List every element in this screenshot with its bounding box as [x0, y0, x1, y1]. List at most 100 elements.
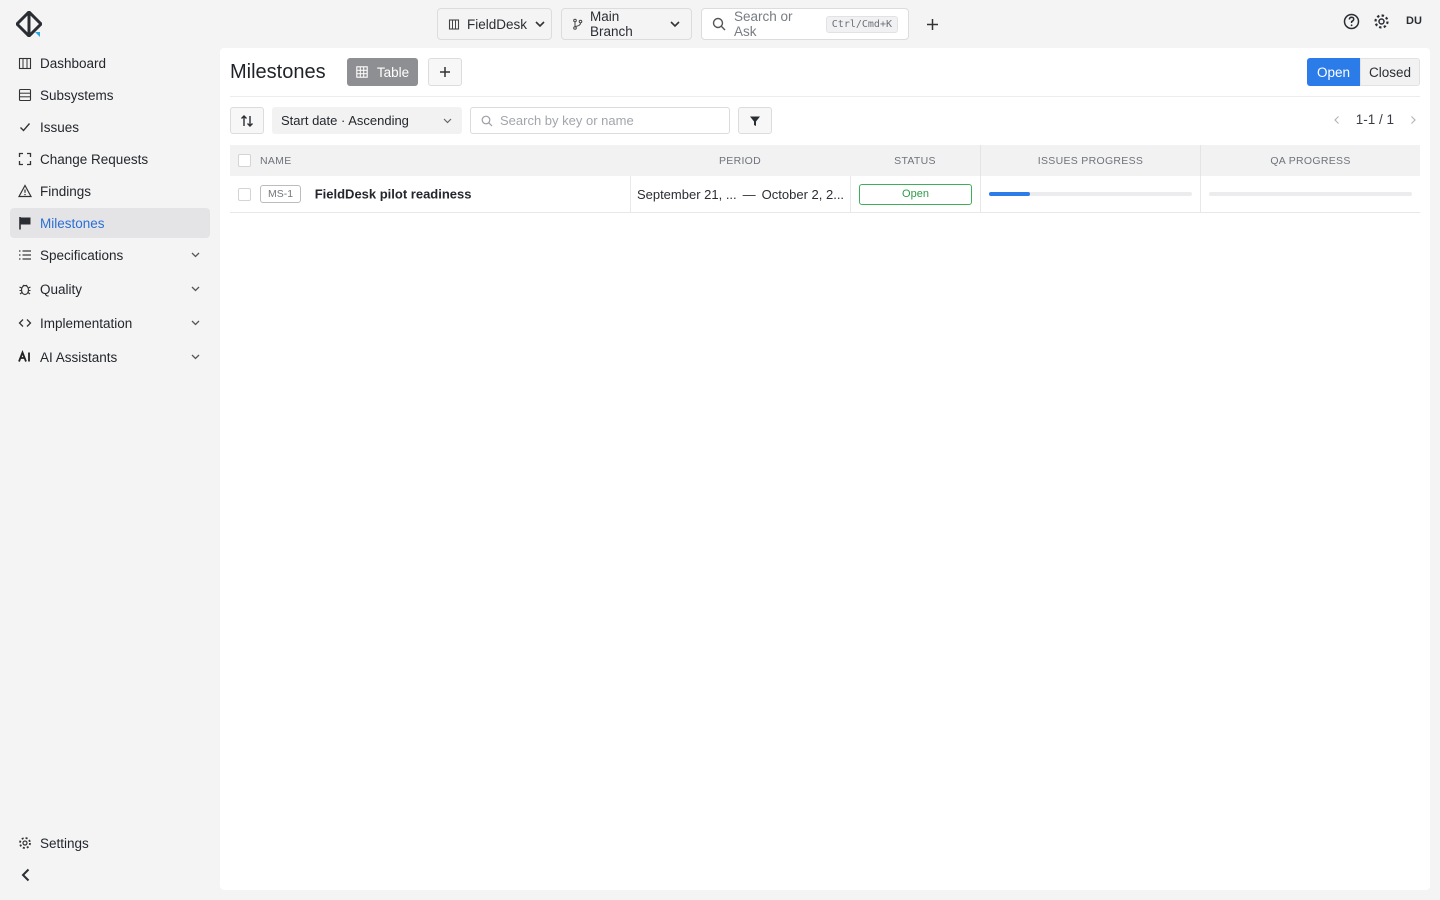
- column-header-issues-progress[interactable]: ISSUES PROGRESS: [980, 145, 1200, 176]
- sidebar-item-label: Subsystems: [40, 87, 114, 103]
- chevron-down-icon: [190, 249, 201, 260]
- checkbox-box: [237, 187, 251, 201]
- list-icon: [18, 248, 32, 262]
- search-icon: [481, 115, 493, 127]
- app-logo[interactable]: [16, 11, 42, 37]
- sidebar-item-issues[interactable]: Issues: [10, 112, 210, 142]
- table-view-button[interactable]: Table: [347, 58, 418, 86]
- sidebar-item-findings[interactable]: Findings: [10, 176, 210, 206]
- milestone-name[interactable]: FieldDesk pilot readiness: [315, 187, 472, 202]
- issues-progress-fill: [989, 192, 1030, 196]
- ai-icon: [18, 350, 32, 364]
- sidebar-item-label: Quality: [40, 281, 83, 297]
- grid-icon: [356, 66, 368, 78]
- period-separator: —: [742, 186, 756, 202]
- check-icon: [18, 120, 32, 134]
- sidebar-item-quality[interactable]: Quality: [10, 274, 210, 304]
- project-selector[interactable]: FieldDesk: [437, 8, 552, 40]
- column-header-status[interactable]: STATUS: [850, 145, 980, 176]
- header-divider: [230, 96, 1420, 97]
- issues-progress-bar: [989, 192, 1192, 196]
- chevron-down-icon: [190, 283, 201, 294]
- chevron-down-icon: [442, 115, 453, 126]
- flag-icon: [18, 216, 32, 230]
- global-search-placeholder: Search or Ask: [734, 9, 793, 39]
- sidebar-item-label: Milestones: [40, 215, 105, 231]
- sort-direction-button[interactable]: [230, 107, 264, 134]
- table-header: NAME PERIOD STATUS ISSUES PROGRESS QA PR…: [230, 145, 1420, 176]
- column-header-period[interactable]: PERIOD: [630, 155, 850, 167]
- sidebar-item-ai-assistants[interactable]: AI Assistants: [10, 342, 210, 372]
- sidebar-item-label: Change Requests: [40, 151, 149, 167]
- building-icon: [448, 18, 460, 30]
- column-header-name[interactable]: NAME: [258, 155, 630, 167]
- sidebar-item-settings[interactable]: Settings: [10, 828, 210, 858]
- building-icon: [18, 56, 32, 70]
- milestone-status-cell: Open: [850, 175, 980, 213]
- select-all-checkbox[interactable]: [230, 154, 258, 167]
- code-icon: [18, 316, 32, 330]
- user-avatar[interactable]: DU: [1402, 15, 1426, 27]
- sidebar-item-implementation[interactable]: Implementation: [10, 308, 210, 338]
- collapse-sidebar-icon[interactable]: [18, 867, 34, 883]
- issues-progress-cell: [980, 175, 1200, 213]
- filter-button[interactable]: [738, 107, 772, 134]
- period-start: September 21, ...: [636, 186, 737, 202]
- plus-icon: [926, 18, 939, 31]
- checkbox-box: [237, 154, 251, 167]
- chevron-right-icon[interactable]: [1408, 115, 1418, 125]
- help-icon[interactable]: [1342, 12, 1360, 30]
- open-filter-button[interactable]: Open: [1307, 58, 1360, 86]
- gear-icon: [18, 836, 32, 850]
- column-header-qa-progress[interactable]: QA PROGRESS: [1200, 145, 1420, 176]
- closed-filter-button[interactable]: Closed: [1360, 58, 1420, 86]
- chevron-left-icon[interactable]: [1332, 115, 1342, 125]
- main-panel: Milestones Table Open Closed Start date …: [220, 48, 1430, 890]
- chevron-down-icon: [669, 18, 681, 30]
- chevron-down-icon: [190, 351, 201, 362]
- sidebar-item-specifications[interactable]: Specifications: [10, 240, 210, 270]
- table-row[interactable]: MS-1 FieldDesk pilot readiness September…: [230, 175, 1420, 213]
- sidebar-item-dashboard[interactable]: Dashboard: [10, 48, 210, 78]
- sidebar-item-label: Implementation: [40, 315, 133, 331]
- pagination: 1-1 / 1: [1332, 112, 1418, 127]
- period-end: October 2, 2...: [761, 186, 845, 202]
- row-checkbox[interactable]: [230, 187, 258, 201]
- project-label: FieldDesk: [467, 16, 528, 32]
- branch-selector[interactable]: Main Branch: [561, 8, 692, 40]
- state-toggle: Open Closed: [1307, 58, 1420, 86]
- table-view-label: Table: [376, 64, 410, 80]
- qa-progress-bar: [1209, 192, 1412, 196]
- git-branch-icon: [572, 18, 583, 30]
- server-icon: [18, 88, 32, 102]
- sort-label: Start date · Ascending: [281, 113, 409, 128]
- sort-select[interactable]: Start date · Ascending: [272, 107, 462, 134]
- sort-icon: [240, 114, 254, 128]
- chevron-down-icon: [190, 317, 201, 328]
- warning-icon: [18, 184, 32, 198]
- milestone-search[interactable]: [470, 107, 730, 134]
- sidebar-item-label: Dashboard: [40, 55, 107, 71]
- expand-icon: [18, 152, 32, 166]
- sidebar-item-milestones[interactable]: Milestones: [10, 208, 210, 238]
- sidebar-item-subsystems[interactable]: Subsystems: [10, 80, 210, 110]
- add-view-button[interactable]: [428, 58, 462, 86]
- milestone-period-cell: September 21, ... — October 2, 2...: [630, 175, 850, 213]
- global-search[interactable]: Search or Ask Ctrl/Cmd+K: [701, 8, 909, 40]
- milestone-key-badge: MS-1: [260, 185, 302, 203]
- sidebar-item-label: Specifications: [40, 247, 124, 263]
- pager-text: 1-1 / 1: [1355, 112, 1394, 127]
- gear-icon[interactable]: [1372, 12, 1390, 30]
- milestone-search-input[interactable]: [500, 113, 720, 128]
- sidebar-item-label: Settings: [40, 835, 89, 851]
- search-icon: [712, 17, 726, 31]
- status-badge: Open: [859, 183, 972, 205]
- plus-icon: [439, 66, 451, 78]
- create-button[interactable]: [918, 8, 946, 40]
- filter-icon: [749, 115, 761, 127]
- chevron-down-icon: [534, 18, 546, 30]
- sidebar-item-change-requests[interactable]: Change Requests: [10, 144, 210, 174]
- sidebar: Dashboard Subsystems Issues Change Reque…: [0, 46, 220, 900]
- search-shortcut: Ctrl/Cmd+K: [825, 15, 898, 33]
- milestone-name-cell[interactable]: MS-1 FieldDesk pilot readiness: [258, 185, 630, 203]
